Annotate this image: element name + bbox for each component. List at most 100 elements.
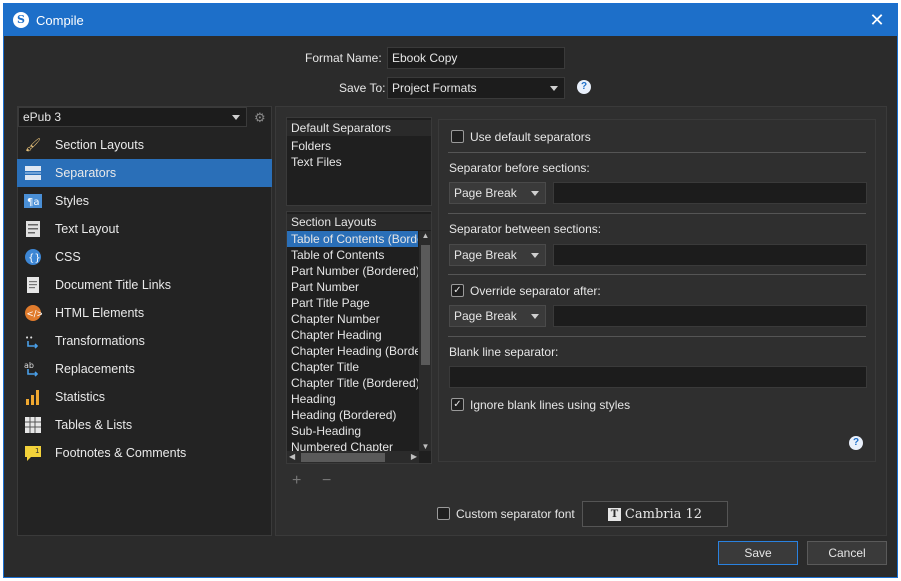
list-item[interactable]: Chapter Title (Bordered) bbox=[287, 375, 418, 391]
between-sections-label: Separator between sections: bbox=[449, 222, 602, 236]
compile-window: S Compile ✕ Format Name: Ebook Copy Save… bbox=[3, 3, 898, 578]
list-header: Default Separators bbox=[287, 120, 431, 136]
scroll-right-icon[interactable]: ▶ bbox=[411, 452, 417, 461]
app-icon: S bbox=[13, 12, 29, 28]
save-to-label: Save To: bbox=[339, 81, 386, 95]
between-sections-input[interactable] bbox=[553, 244, 867, 266]
sidebar-item-label: Styles bbox=[55, 194, 90, 208]
sidebar-item-statistics[interactable]: Statistics bbox=[17, 383, 272, 411]
svg-text:{}: {} bbox=[28, 253, 41, 264]
save-button[interactable]: Save bbox=[718, 541, 798, 565]
sidebar-item-document-title-links[interactable]: Document Title Links bbox=[17, 271, 272, 299]
list-item[interactable]: Chapter Title bbox=[287, 359, 418, 375]
list-item[interactable]: Chapter Number bbox=[287, 311, 418, 327]
font-icon: T bbox=[607, 507, 621, 521]
sidebar-item-label: Section Layouts bbox=[55, 138, 144, 152]
list-item[interactable]: Folders bbox=[287, 138, 431, 154]
list-item[interactable]: Part Number bbox=[287, 279, 418, 295]
cancel-button[interactable]: Cancel bbox=[807, 541, 887, 565]
sidebar-item-tables-lists[interactable]: Tables & Lists bbox=[17, 411, 272, 439]
sidebar-item-section-layouts[interactable]: 🖌 Section Layouts bbox=[17, 131, 272, 159]
list-item[interactable]: Heading bbox=[287, 391, 418, 407]
sidebar-item-html-elements[interactable]: </> HTML Elements bbox=[17, 299, 272, 327]
scroll-thumb[interactable] bbox=[421, 245, 430, 365]
save-to-value: Project Formats bbox=[392, 81, 477, 95]
font-picker-label: Cambria 12 bbox=[624, 506, 703, 522]
sidebar-item-css[interactable]: {} CSS bbox=[17, 243, 272, 271]
ignore-blank-lines-checkbox[interactable]: ✓ bbox=[451, 398, 464, 411]
section-layouts-list: Section Layouts Table of Contents (Borde… bbox=[286, 211, 432, 464]
svg-text:••: •• bbox=[25, 334, 33, 342]
scroll-up-icon[interactable]: ▲ bbox=[419, 231, 431, 240]
sidebar-item-separators[interactable]: Separators bbox=[17, 159, 272, 187]
use-default-label: Use default separators bbox=[470, 130, 591, 144]
default-separators-list: Default Separators Folders Text Files bbox=[286, 117, 432, 206]
override-separator-select[interactable]: Page Break bbox=[449, 305, 546, 327]
scroll-thumb[interactable] bbox=[301, 453, 385, 462]
list-item[interactable]: Table of Contents bbox=[287, 247, 418, 263]
between-sections-select[interactable]: Page Break bbox=[449, 244, 546, 266]
between-sections-value: Page Break bbox=[454, 248, 517, 262]
replace-icon: ab bbox=[23, 359, 43, 379]
close-icon[interactable]: ✕ bbox=[865, 8, 889, 32]
format-select[interactable]: ePub 3 bbox=[18, 107, 247, 127]
sidebar-item-footnotes-comments[interactable]: 1 Footnotes & Comments bbox=[17, 439, 272, 467]
divider bbox=[448, 336, 866, 337]
sidebar-item-label: Tables & Lists bbox=[55, 418, 133, 432]
note-icon: 1 bbox=[23, 443, 43, 463]
format-name-input[interactable]: Ebook Copy bbox=[387, 47, 565, 69]
separators-icon bbox=[23, 163, 43, 183]
save-to-select[interactable]: Project Formats bbox=[387, 77, 565, 99]
horizontal-scrollbar[interactable]: ◀ ▶ bbox=[287, 451, 419, 463]
svg-text:1: 1 bbox=[35, 447, 39, 455]
before-sections-value: Page Break bbox=[454, 186, 517, 200]
sidebar-list: 🖌 Section Layouts Separators ¶a Styles T… bbox=[17, 131, 272, 467]
text-layout-icon bbox=[23, 219, 43, 239]
format-name-label: Format Name: bbox=[305, 51, 382, 65]
override-separator-checkbox[interactable]: ✓ bbox=[451, 284, 464, 297]
list-item[interactable]: Heading (Bordered) bbox=[287, 407, 418, 423]
custom-font-label: Custom separator font bbox=[456, 507, 575, 521]
chevron-down-icon bbox=[531, 191, 539, 196]
blank-line-input[interactable] bbox=[449, 366, 867, 388]
override-separator-input[interactable] bbox=[553, 305, 867, 327]
help-icon[interactable]: ? bbox=[577, 80, 591, 94]
divider bbox=[448, 274, 866, 275]
sidebar-item-styles[interactable]: ¶a Styles bbox=[17, 187, 272, 215]
svg-text:ab: ab bbox=[24, 361, 34, 370]
remove-layout-button[interactable]: − bbox=[322, 472, 331, 490]
before-sections-input[interactable] bbox=[553, 182, 867, 204]
sidebar-item-label: Text Layout bbox=[55, 222, 119, 236]
list-item[interactable]: Chapter Heading (Bordered) bbox=[287, 343, 418, 359]
ignore-blank-lines-label: Ignore blank lines using styles bbox=[470, 398, 631, 412]
svg-text:</>: </> bbox=[27, 310, 43, 320]
gear-icon[interactable]: ⚙ bbox=[254, 110, 266, 126]
brush-icon: 🖌 bbox=[24, 137, 42, 152]
css-icon: {} bbox=[23, 247, 43, 267]
vertical-scrollbar[interactable]: ▲ ▼ bbox=[419, 231, 431, 451]
sidebar-item-transformations[interactable]: •• Transformations bbox=[17, 327, 272, 355]
blank-line-label: Blank line separator: bbox=[449, 345, 559, 359]
divider bbox=[448, 152, 866, 153]
list-item[interactable]: Text Files bbox=[287, 154, 431, 170]
help-icon[interactable]: ? bbox=[849, 436, 863, 450]
scroll-left-icon[interactable]: ◀ bbox=[289, 452, 295, 461]
title-bar: S Compile ✕ bbox=[4, 4, 897, 36]
list-item[interactable]: Part Title Page bbox=[287, 295, 418, 311]
list-item[interactable]: Part Number (Bordered) bbox=[287, 263, 418, 279]
divider bbox=[448, 213, 866, 214]
format-select-value: ePub 3 bbox=[23, 110, 62, 124]
use-default-checkbox[interactable] bbox=[451, 130, 464, 143]
sidebar-item-label: Footnotes & Comments bbox=[55, 446, 187, 460]
custom-font-checkbox[interactable] bbox=[437, 507, 450, 520]
before-sections-select[interactable]: Page Break bbox=[449, 182, 546, 204]
font-picker-button[interactable]: T Cambria 12 bbox=[582, 501, 728, 527]
add-layout-button[interactable]: + bbox=[292, 472, 301, 490]
scroll-down-icon[interactable]: ▼ bbox=[419, 442, 431, 451]
list-item[interactable]: Sub-Heading bbox=[287, 423, 418, 439]
list-item[interactable]: Table of Contents (Bordered) bbox=[287, 231, 418, 247]
sidebar-item-label: Transformations bbox=[55, 334, 145, 348]
sidebar-item-text-layout[interactable]: Text Layout bbox=[17, 215, 272, 243]
list-item[interactable]: Chapter Heading bbox=[287, 327, 418, 343]
sidebar-item-replacements[interactable]: ab Replacements bbox=[17, 355, 272, 383]
